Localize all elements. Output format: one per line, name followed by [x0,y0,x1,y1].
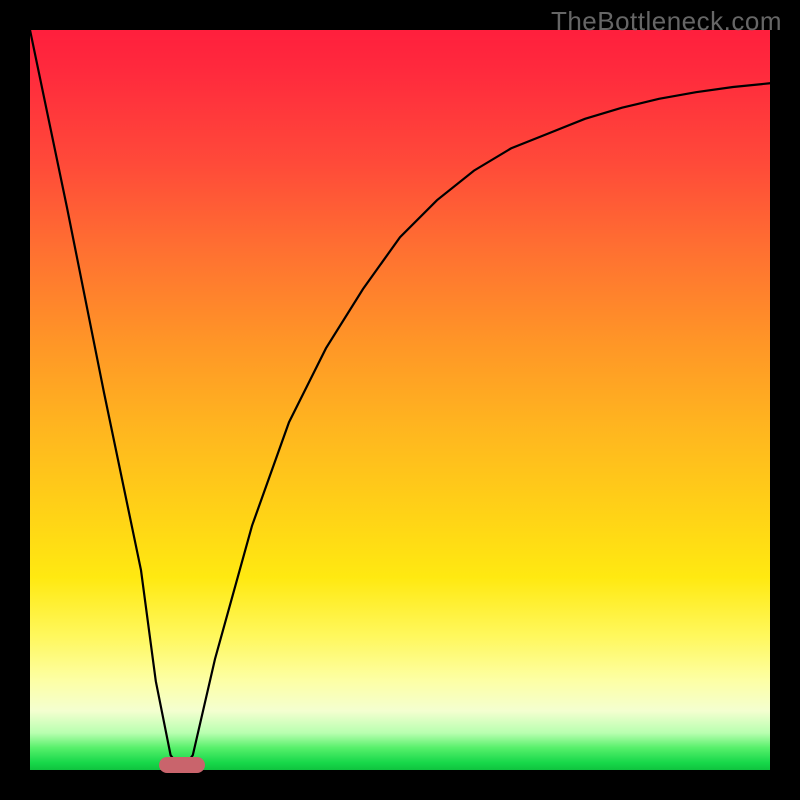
background-gradient [30,30,770,770]
plot-area [30,30,770,770]
optimal-marker [159,757,205,773]
chart-frame: TheBottleneck.com [0,0,800,800]
